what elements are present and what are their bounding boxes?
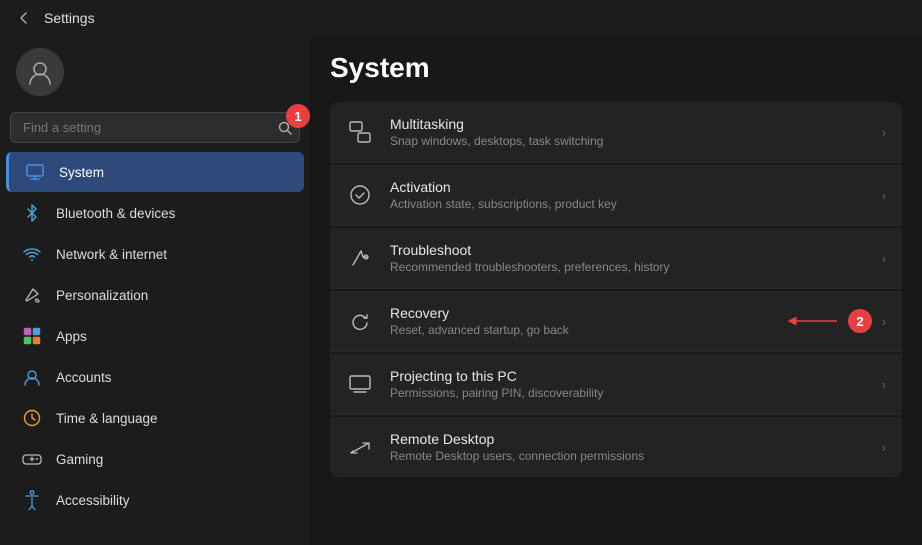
settings-item-title-troubleshoot: Troubleshoot — [390, 242, 866, 258]
recovery-icon — [346, 307, 374, 335]
time-icon — [22, 408, 42, 428]
sidebar-item-label-gaming: Gaming — [56, 452, 103, 467]
gaming-icon — [22, 449, 42, 469]
apps-icon — [22, 326, 42, 346]
annotation-arrow-2 — [782, 306, 842, 336]
content-area: System Multitasking Snap windows, deskto… — [310, 36, 922, 545]
settings-item-text-multitasking: Multitasking Snap windows, desktops, tas… — [390, 116, 866, 148]
sidebar-item-accessibility[interactable]: Accessibility — [6, 480, 304, 520]
sidebar-item-label-system: System — [59, 165, 104, 180]
sidebar-item-label-personalization: Personalization — [56, 288, 148, 303]
annotation-2-wrapper: 2 — [782, 306, 872, 336]
sidebar-item-apps[interactable]: Apps — [6, 316, 304, 356]
settings-item-desc-multitasking: Snap windows, desktops, task switching — [390, 134, 866, 148]
sidebar-item-label-accounts: Accounts — [56, 370, 112, 385]
main-layout: 1 System — [0, 36, 922, 545]
settings-item-desc-troubleshoot: Recommended troubleshooters, preferences… — [390, 260, 866, 274]
chevron-right-icon-4: › — [882, 314, 886, 329]
sidebar: 1 System — [0, 36, 310, 545]
sidebar-item-accounts[interactable]: Accounts — [6, 357, 304, 397]
chevron-right-icon-6: › — [882, 440, 886, 455]
accounts-icon — [22, 367, 42, 387]
multitasking-icon — [346, 118, 374, 146]
user-profile — [0, 36, 310, 112]
sidebar-item-system[interactable]: System — [6, 152, 304, 192]
settings-item-title-remotedesktop: Remote Desktop — [390, 431, 866, 447]
sidebar-item-gaming[interactable]: Gaming — [6, 439, 304, 479]
chevron-right-icon-2: › — [882, 188, 886, 203]
app-title: Settings — [44, 10, 95, 26]
troubleshoot-icon — [346, 244, 374, 272]
settings-item-title-activation: Activation — [390, 179, 866, 195]
settings-item-text-remotedesktop: Remote Desktop Remote Desktop users, con… — [390, 431, 866, 463]
settings-item-remotedesktop[interactable]: Remote Desktop Remote Desktop users, con… — [330, 417, 902, 477]
bluetooth-icon — [22, 203, 42, 223]
settings-item-text-projecting: Projecting to this PC Permissions, pairi… — [390, 368, 866, 400]
settings-item-multitasking[interactable]: Multitasking Snap windows, desktops, tas… — [330, 102, 902, 163]
sidebar-item-label-time: Time & language — [56, 411, 158, 426]
settings-item-troubleshoot[interactable]: Troubleshoot Recommended troubleshooters… — [330, 228, 902, 289]
search-input[interactable] — [10, 112, 300, 143]
settings-list: Multitasking Snap windows, desktops, tas… — [330, 102, 902, 477]
annotation-2: 2 — [848, 309, 872, 333]
remotedesktop-icon — [346, 433, 374, 461]
avatar — [16, 48, 64, 96]
sidebar-item-time[interactable]: Time & language — [6, 398, 304, 438]
monitor-icon — [25, 162, 45, 182]
annotation-1: 1 — [286, 104, 310, 128]
sidebar-item-personalization[interactable]: Personalization — [6, 275, 304, 315]
settings-item-desc-activation: Activation state, subscriptions, product… — [390, 197, 866, 211]
settings-item-recovery[interactable]: Recovery Reset, advanced startup, go bac… — [330, 291, 902, 352]
settings-item-projecting[interactable]: Projecting to this PC Permissions, pairi… — [330, 354, 902, 415]
settings-item-desc-remotedesktop: Remote Desktop users, connection permiss… — [390, 449, 866, 463]
settings-item-text-activation: Activation Activation state, subscriptio… — [390, 179, 866, 211]
projecting-icon — [346, 370, 374, 398]
activation-icon — [346, 181, 374, 209]
wifi-icon — [22, 244, 42, 264]
nav-list: System Bluetooth & devices — [0, 151, 310, 521]
settings-item-title-multitasking: Multitasking — [390, 116, 866, 132]
paint-icon — [22, 285, 42, 305]
accessibility-icon — [22, 490, 42, 510]
settings-item-text-troubleshoot: Troubleshoot Recommended troubleshooters… — [390, 242, 866, 274]
page-title: System — [330, 52, 902, 84]
search-box: 1 — [10, 112, 300, 143]
sidebar-item-label-apps: Apps — [56, 329, 87, 344]
sidebar-item-label-network: Network & internet — [56, 247, 167, 262]
sidebar-item-label-accessibility: Accessibility — [56, 493, 130, 508]
back-button[interactable] — [16, 10, 32, 26]
chevron-right-icon: › — [882, 125, 886, 140]
sidebar-item-bluetooth[interactable]: Bluetooth & devices — [6, 193, 304, 233]
chevron-right-icon-5: › — [882, 377, 886, 392]
title-bar: Settings — [0, 0, 922, 36]
sidebar-item-label-bluetooth: Bluetooth & devices — [56, 206, 175, 221]
chevron-right-icon-3: › — [882, 251, 886, 266]
settings-item-activation[interactable]: Activation Activation state, subscriptio… — [330, 165, 902, 226]
sidebar-item-network[interactable]: Network & internet — [6, 234, 304, 274]
settings-item-desc-projecting: Permissions, pairing PIN, discoverabilit… — [390, 386, 866, 400]
settings-item-title-projecting: Projecting to this PC — [390, 368, 866, 384]
